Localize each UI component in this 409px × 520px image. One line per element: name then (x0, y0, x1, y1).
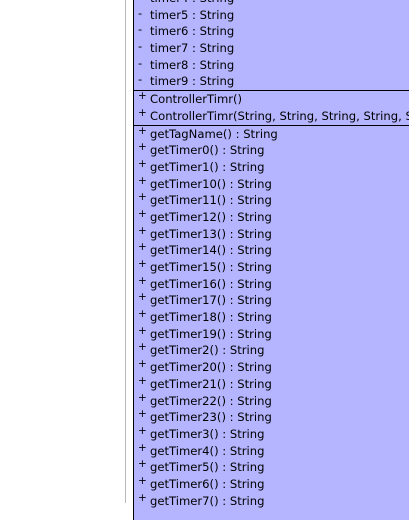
public-visibility-marker: + (138, 141, 147, 154)
private-visibility-marker: - (138, 5, 143, 20)
method-row-signature: getTimer11() : String (150, 193, 272, 208)
private-visibility-marker: - (138, 72, 143, 87)
public-visibility-marker: + (138, 224, 147, 237)
attributes-compartment: -timer4 : String-timer5 : String-timer6 … (134, 0, 409, 90)
methods-compartment: + getTagName() : String + getTimer0() : Str… (134, 124, 409, 510)
public-visibility-marker: + (138, 358, 147, 371)
method-row[interactable]: + getTimer21() : String (134, 374, 409, 393)
method-row[interactable]: + getTimer0() : String (134, 141, 409, 159)
method-row[interactable]: + getTimer6() : String (134, 474, 409, 493)
method-row-signature: getTimer13() : String (150, 226, 272, 241)
private-visibility-marker: - (138, 39, 143, 54)
method-row-signature: getTimer10() : String (150, 176, 272, 191)
method-row-signature: getTagName() : String (150, 126, 278, 141)
method-row-signature: getTimer12() : String (150, 209, 272, 224)
method-row[interactable]: + getTimer16() : String (134, 274, 409, 293)
method-row-signature: getTimer0() : String (150, 143, 265, 158)
constructor-row[interactable]: + ControllerTimr(String, String, String, … (134, 106, 409, 125)
method-row-signature: getTimer18() : String (150, 310, 272, 325)
attribute-row-signature: timer8 : String (150, 57, 235, 72)
method-row[interactable]: + getTagName() : String (134, 124, 409, 143)
attribute-row[interactable]: -timer4 : String (134, 0, 409, 7)
public-visibility-marker: + (138, 191, 147, 204)
method-row-signature: getTimer23() : String (150, 410, 272, 425)
public-visibility-marker: + (138, 441, 147, 454)
method-row[interactable]: + getTimer22() : String (134, 391, 409, 410)
public-visibility-marker: + (138, 106, 147, 119)
public-visibility-marker: + (138, 324, 147, 337)
constructors-compartment: + ControllerTimr() + ControllerTimr(String,… (134, 90, 409, 125)
public-visibility-marker: + (138, 174, 147, 187)
canvas-gutter-line (125, 0, 126, 503)
method-row[interactable]: + getTimer14() : String (134, 241, 409, 259)
public-visibility-marker: + (138, 408, 147, 421)
method-row[interactable]: + getTimer23() : String (134, 408, 409, 426)
attribute-row-signature: timer6 : String (150, 24, 235, 39)
method-row[interactable]: + getTimer10() : String (134, 174, 409, 193)
method-row-signature: getTimer2() : String (150, 343, 265, 358)
method-row[interactable]: + getTimer19() : String (134, 324, 409, 343)
attribute-row[interactable]: - timer5 : String (134, 5, 409, 24)
method-row[interactable]: + getTimer2() : String (134, 341, 409, 359)
public-visibility-marker: + (138, 258, 147, 270)
attribute-row[interactable]: - timer9 : String (134, 72, 409, 90)
method-row[interactable]: + getTimer1() : String (134, 157, 409, 176)
uml-class-box[interactable]: -timer4 : String-timer5 : String-timer6 … (133, 0, 409, 520)
method-row-signature: getTimer16() : String (150, 276, 272, 291)
method-row-signature: getTimer1() : String (150, 159, 265, 174)
public-visibility-marker: + (138, 241, 147, 254)
method-row-signature: getTimer21() : String (150, 376, 272, 391)
method-row-signature: getTimer3() : String (150, 426, 265, 441)
method-row-signature: getTimer7() : String (150, 493, 265, 508)
attribute-row[interactable]: - timer6 : String (134, 22, 409, 40)
private-visibility-marker: - (138, 55, 143, 70)
constructor-row-signature: ControllerTimr(String, String, String, S… (150, 108, 409, 123)
method-row[interactable]: + getTimer7() : String (134, 491, 409, 510)
public-visibility-marker: + (138, 291, 147, 304)
method-row[interactable]: + getTimer17() : String (134, 291, 409, 309)
public-visibility-marker: + (138, 274, 147, 287)
method-row-signature: getTimer4() : String (150, 443, 265, 458)
method-row[interactable]: + getTimer20() : String (134, 358, 409, 376)
public-visibility-marker: + (138, 474, 147, 487)
attribute-row-signature: timer9 : String (150, 74, 235, 89)
method-row[interactable]: + getTimer12() : String (134, 207, 409, 226)
method-row-signature: getTimer19() : String (150, 326, 272, 341)
attribute-row-signature: timer7 : String (150, 41, 235, 56)
public-visibility-marker: + (138, 374, 147, 387)
method-row-signature: getTimer6() : String (150, 476, 265, 491)
public-visibility-marker: + (138, 124, 147, 137)
public-visibility-marker: + (138, 207, 147, 220)
method-row-signature: getTimer17() : String (150, 293, 272, 308)
private-visibility-marker: - (138, 22, 143, 37)
constructor-row[interactable]: + ControllerTimr() (134, 90, 409, 108)
method-row-signature: getTimer22() : String (150, 393, 272, 408)
public-visibility-marker: + (138, 391, 147, 404)
attribute-row[interactable]: - timer7 : String (134, 39, 409, 57)
public-visibility-marker: + (138, 424, 147, 437)
method-row[interactable]: + getTimer5() : String (134, 458, 409, 476)
method-row[interactable]: + getTimer4() : String (134, 441, 409, 460)
public-visibility-marker: + (138, 341, 147, 354)
attribute-row-signature: timer5 : String (150, 7, 235, 22)
attribute-row-signature: timer4 : String (150, 0, 234, 7)
public-visibility-marker: + (138, 458, 147, 471)
public-visibility-marker: + (138, 491, 147, 504)
method-row[interactable]: + getTimer18() : String (134, 308, 409, 326)
method-row[interactable]: + getTimer3() : String (134, 424, 409, 443)
method-row-signature: getTimer15() : String (150, 260, 272, 274)
public-visibility-marker: + (138, 90, 147, 103)
public-visibility-marker: + (138, 157, 147, 170)
method-row[interactable]: + getTimer13() : String (134, 224, 409, 243)
public-visibility-marker: + (138, 308, 147, 321)
method-row[interactable]: + getTimer11() : String (134, 191, 409, 209)
constructor-row-signature: ControllerTimr() (150, 92, 243, 107)
attribute-row[interactable]: - timer8 : String (134, 55, 409, 74)
method-row-signature: getTimer20() : String (150, 360, 272, 375)
method-row-signature: getTimer5() : String (150, 460, 265, 475)
method-row[interactable]: + getTimer15() : String (134, 258, 409, 276)
method-row-signature: getTimer14() : String (150, 243, 272, 258)
